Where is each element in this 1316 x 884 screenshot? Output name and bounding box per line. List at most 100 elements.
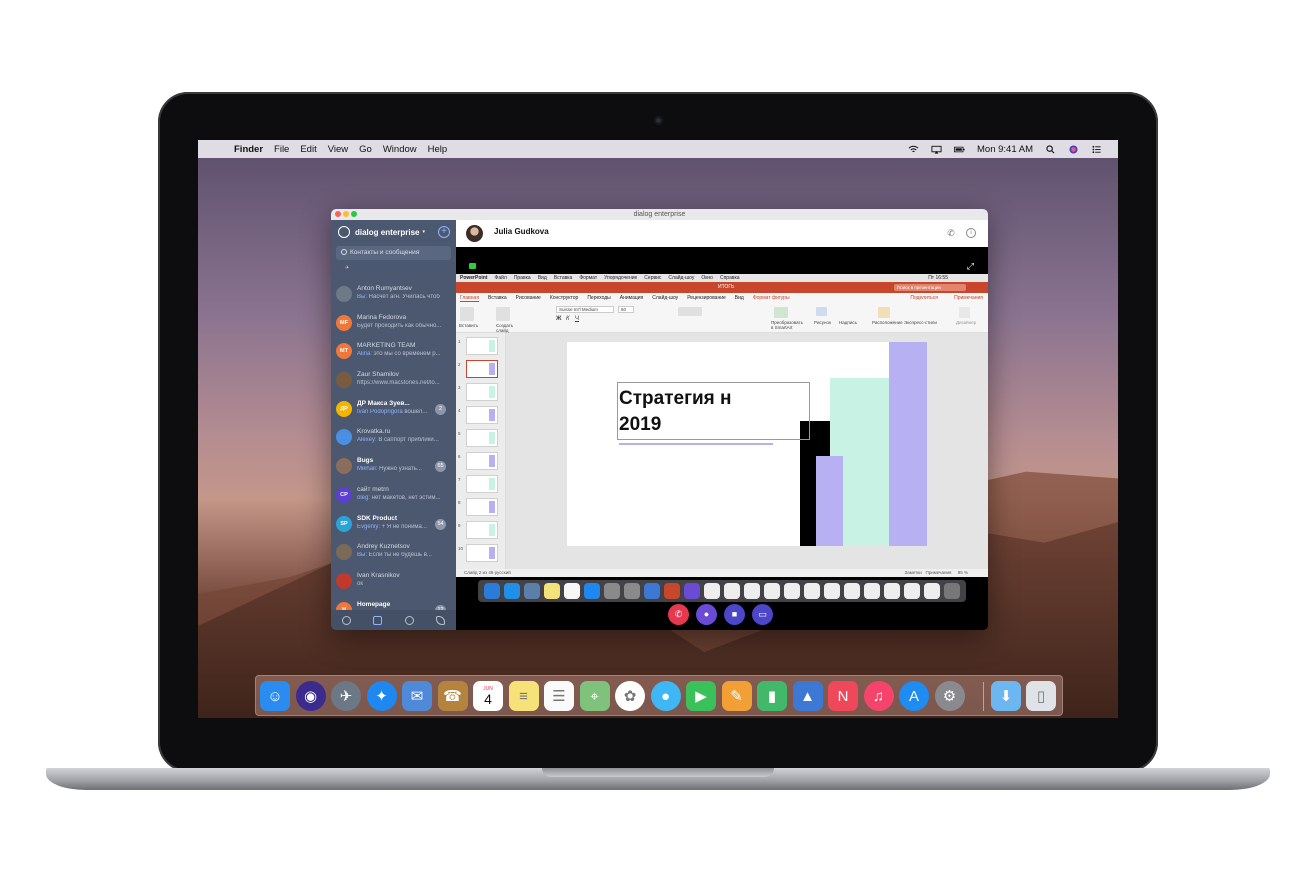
chat-list-item[interactable]: Anton Rumyantsev Вы: Насчёт агн. Училась …	[331, 280, 456, 309]
chat-list-item[interactable]: Bugs Mikhail: Нужно узнать... 65	[331, 452, 456, 481]
share-button[interactable]: Поделиться	[910, 295, 938, 301]
finder-icon[interactable]: ☺	[260, 681, 290, 711]
paragraph-tools[interactable]	[678, 307, 702, 316]
menu-edit[interactable]: Edit	[300, 144, 316, 155]
expand-icon[interactable]: ⤢	[967, 261, 974, 272]
font-size-select[interactable]: 60	[618, 306, 634, 313]
slide-title[interactable]: Стратегия н 2019	[619, 386, 732, 438]
ribbon-tab[interactable]: Вставка	[488, 295, 507, 301]
chat-list-item[interactable]: Ivan Krasnikov ок	[331, 567, 456, 596]
microphone-button[interactable]: ●	[696, 604, 717, 625]
wifi-icon[interactable]	[908, 145, 919, 154]
underline-button[interactable]: Ч	[575, 316, 579, 322]
messages-icon[interactable]: ●	[650, 681, 681, 711]
paste-icon[interactable]	[460, 307, 474, 321]
ribbon-tab[interactable]: Рецензирование	[687, 295, 726, 301]
italic-button[interactable]: К	[566, 316, 570, 322]
reminders-icon[interactable]: ☰	[544, 681, 574, 711]
photos-icon[interactable]: ✿	[615, 681, 645, 711]
menu-file[interactable]: File	[274, 144, 289, 155]
slide-thumbnail[interactable]	[466, 521, 498, 539]
contacts-tab-icon[interactable]	[404, 615, 414, 625]
calendar-icon[interactable]: JUN 4	[473, 681, 503, 711]
comments-button[interactable]: Примечания	[925, 570, 951, 575]
minimize-window-button[interactable]	[343, 211, 349, 217]
chat-list-item[interactable]: MF Marina Fedorova Будет проходить как обы…	[331, 309, 456, 338]
chat-list-item[interactable]: MT MARKETING TEAM Alina: это мы со времене…	[331, 337, 456, 366]
info-icon[interactable]: i	[966, 228, 976, 238]
search-icon[interactable]	[1045, 144, 1056, 154]
slide-thumbnail[interactable]	[466, 406, 498, 424]
menu-window[interactable]: Window	[383, 144, 417, 155]
contacts-icon[interactable]: ☎	[437, 681, 468, 711]
ribbon-tab[interactable]: Слайд-шоу	[652, 295, 678, 301]
workspace-name[interactable]: dialog enterprise	[355, 228, 419, 237]
safari-icon[interactable]: ✦	[366, 681, 397, 711]
designer-icon[interactable]	[959, 307, 970, 318]
ribbon-tab[interactable]: Анимация	[620, 295, 643, 301]
menu-finder[interactable]: Finder	[234, 144, 263, 155]
messages-tab-icon[interactable]	[373, 615, 383, 625]
notes-button[interactable]: Примечания	[954, 295, 983, 301]
contact-name[interactable]: Julia Gudkova	[494, 227, 549, 236]
screen-share-button[interactable]: ▭	[752, 604, 773, 625]
pages-icon[interactable]: ✎	[721, 681, 752, 711]
slide-thumbnail[interactable]	[466, 498, 498, 516]
arrange-icon[interactable]	[878, 307, 890, 318]
ribbon-tab[interactable]: Рисование	[516, 295, 541, 301]
ppt-search-field[interactable]: Поиск в презентации	[894, 284, 966, 291]
siri-menu-icon[interactable]	[1068, 144, 1079, 154]
notes-button[interactable]: Заметки	[905, 570, 922, 575]
clock[interactable]: Mon 9:41 AM	[977, 144, 1033, 155]
maps-icon[interactable]: ⌖	[579, 681, 610, 711]
avatar[interactable]	[466, 225, 483, 242]
menu-help[interactable]: Help	[428, 144, 448, 155]
ribbon-tab[interactable]: Главная	[460, 295, 480, 302]
phone-icon[interactable]: ✆	[946, 228, 956, 238]
end-call-button[interactable]: ✆	[668, 604, 689, 625]
downloads-icon[interactable]: ⬇	[991, 681, 1021, 711]
menu-view[interactable]: View	[328, 144, 348, 155]
trash-icon[interactable]: ▯	[1026, 681, 1056, 711]
ribbon-tab[interactable]: Переходы	[587, 295, 610, 301]
slide-thumbnail[interactable]	[466, 452, 498, 470]
font-select[interactable]: Suisse Int'l Medium	[556, 306, 614, 313]
zoom-level[interactable]: 95 %	[958, 570, 968, 575]
smartart-icon[interactable]	[774, 307, 788, 318]
notes-icon[interactable]: ≡	[508, 681, 539, 711]
slide[interactable]: Стратегия н 2019	[567, 342, 927, 546]
chat-list-item[interactable]: CP сайт metrn oleg: нет макетов, нет эстим…	[331, 481, 456, 510]
news-icon[interactable]: N	[828, 681, 858, 711]
new-chat-button[interactable]: +	[438, 226, 450, 238]
picture-icon[interactable]	[816, 307, 827, 316]
menu-go[interactable]: Go	[359, 144, 372, 155]
battery-icon[interactable]	[954, 145, 965, 154]
slide-thumbnail[interactable]	[466, 544, 498, 562]
chat-list-item[interactable]: Andrey Kuznetsov Вы: Если ты не будешь в.…	[331, 538, 456, 567]
numbers-icon[interactable]: ▮	[757, 681, 787, 711]
slide-thumbnail[interactable]	[466, 429, 498, 447]
ribbon-tab[interactable]: Конструктор	[550, 295, 579, 301]
mail-icon[interactable]: ✉	[402, 681, 432, 711]
facetime-icon[interactable]: ▶	[686, 681, 716, 711]
zoom-window-button[interactable]	[351, 211, 357, 217]
notification-center-icon[interactable]	[1091, 145, 1102, 154]
app-store-icon[interactable]: A	[899, 681, 929, 711]
keynote-icon[interactable]: ▲	[792, 681, 823, 711]
music-icon[interactable]: ♫	[863, 681, 894, 711]
chat-list-item[interactable]: Zaur Shamilov https://www.macstories.net/…	[331, 366, 456, 395]
slide-thumbnail[interactable]	[466, 337, 498, 355]
close-window-button[interactable]	[335, 211, 341, 217]
chat-list-item[interactable]: Krovatka.ru Alexey: В саппорт приблики...	[331, 423, 456, 452]
ribbon-tab[interactable]: Вид	[735, 295, 744, 301]
system-preferences-icon[interactable]: ⚙	[934, 681, 965, 711]
chat-list-item[interactable]: ДР ДР Макса Зуев... Ivan Podoprigora вошел…	[331, 395, 456, 424]
camera-button[interactable]: ■	[724, 604, 745, 625]
new-slide-icon[interactable]	[496, 307, 510, 321]
discover-icon[interactable]	[342, 615, 352, 625]
calls-tab-icon[interactable]	[435, 615, 445, 625]
slide-thumbnail[interactable]	[466, 360, 498, 378]
launchpad-icon[interactable]: ✈	[331, 681, 361, 711]
bold-button[interactable]: Ж	[556, 316, 561, 322]
chat-list-item[interactable]: SP SDK Product Evgeniy: + Я не понима... 54	[331, 510, 456, 539]
